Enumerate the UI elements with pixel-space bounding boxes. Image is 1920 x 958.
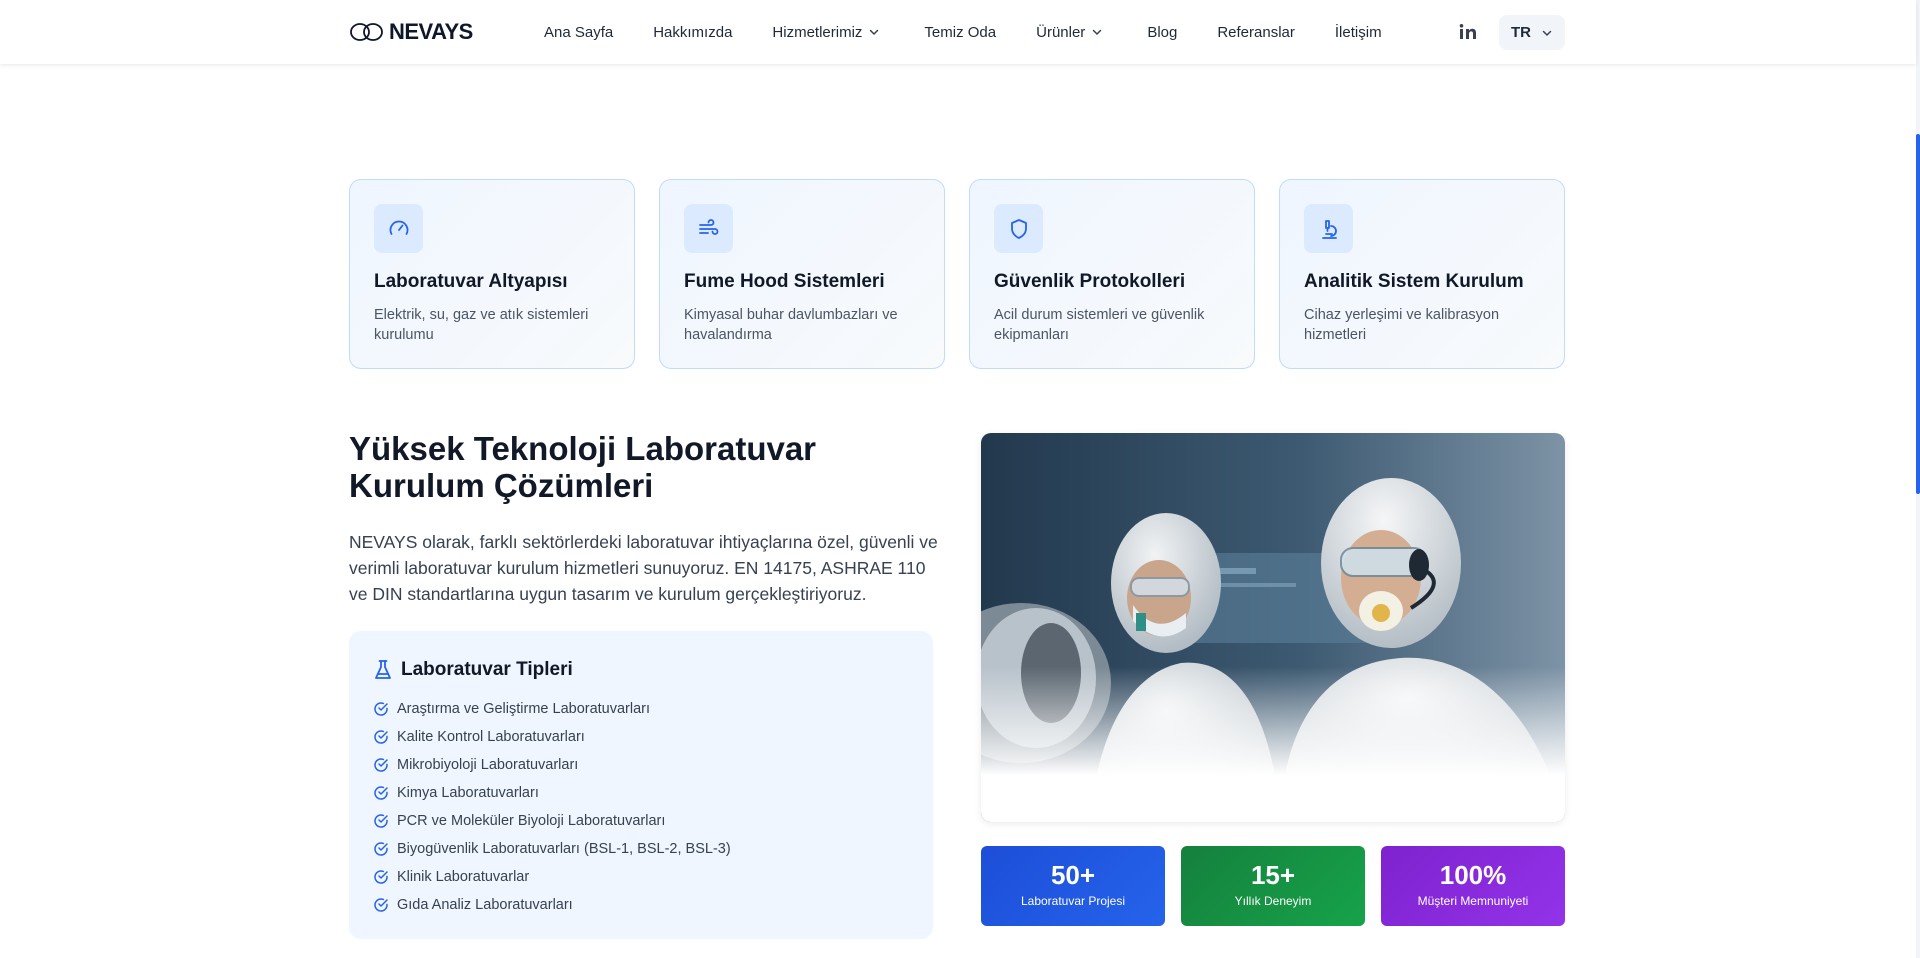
list-item: Mikrobiyoloji Laboratuvarları [373, 751, 909, 779]
nav-cleanroom-label: Temiz Oda [924, 23, 997, 41]
stat-value: 15+ [1250, 860, 1296, 890]
check-circle-icon [374, 758, 388, 772]
list-item-label: Klinik Laboratuvarlar [397, 869, 530, 885]
nav-products-label: Ürünler [1036, 23, 1086, 41]
nav-contact[interactable]: İletişim [1335, 24, 1382, 41]
feature-card: Güvenlik Protokolleri Acil durum sisteml… [969, 179, 1255, 369]
card-description: Elektrik, su, gaz ve atık sistemleri kur… [374, 307, 589, 343]
nav-about-label: Hakkımızda [653, 23, 733, 41]
list-item-label: Araştırma ve Geliştirme Laboratuvarları [397, 701, 651, 717]
check-circle-icon [374, 814, 388, 828]
stat-label: Laboratuvar Projesi [1020, 894, 1126, 908]
nav-blog-label: Blog [1147, 23, 1178, 41]
stat-value: 100% [1439, 860, 1507, 890]
card-description: Acil durum sistemleri ve güvenlik ekipma… [994, 307, 1205, 343]
stat-label: Müşteri Memnuniyeti [1417, 894, 1529, 908]
stat-card-experience: 15+ Yıllık Deneyim [1181, 846, 1365, 926]
list-item-label: Kimya Laboratuvarları [397, 785, 539, 801]
feature-card: Laboratuvar Altyapısı Elektrik, su, gaz … [349, 179, 635, 369]
nav-products[interactable]: Ürünler [1036, 24, 1103, 41]
logo-rings-icon [350, 23, 383, 41]
stat-label: Yıllık Deneyim [1234, 894, 1312, 908]
list-item-label: Mikrobiyoloji Laboratuvarları [397, 757, 579, 773]
logo[interactable]: NEVAYS [349, 19, 473, 44]
section-intro: NEVAYS olarak, farklı sektörlerdeki labo… [349, 532, 938, 604]
nav-home-label: Ana Sayfa [544, 23, 614, 41]
card-title: Laboratuvar Altyapısı [374, 271, 568, 292]
list-item: Kimya Laboratuvarları [373, 779, 909, 807]
shield-icon [1010, 218, 1027, 239]
lab-photo [981, 433, 1565, 822]
list-item-label: Biyogüvenlik Laboratuvarları (BSL-1, BSL… [397, 841, 731, 857]
nav-cleanroom[interactable]: Temiz Oda [924, 24, 996, 41]
nav-about[interactable]: Hakkımızda [653, 24, 732, 41]
nav-services-label: Hizmetlerimiz [772, 23, 863, 41]
stat-card-projects: 50+ Laboratuvar Projesi [981, 846, 1165, 926]
list-item-label: Kalite Kontrol Laboratuvarları [397, 729, 585, 745]
lab-workers-image [981, 433, 1565, 822]
list-item: PCR ve Moleküler Biyoloji Laboratuvarlar… [373, 807, 909, 835]
feature-card: Analitik Sistem Kurulum Cihaz yerleşimi … [1279, 179, 1565, 369]
main-nav: Ana Sayfa Hakkımızda Hizmetlerimiz Temiz… [544, 0, 1382, 64]
card-icon-wrap [994, 204, 1043, 253]
logo-text: NEVAYS [389, 19, 473, 44]
card-title: Analitik Sistem Kurulum [1304, 271, 1524, 292]
wind-icon [698, 218, 718, 235]
list-item: Klinik Laboratuvarlar [373, 863, 909, 891]
language-selector[interactable]: TR [1499, 15, 1565, 50]
card-description: Cihaz yerleşimi ve kalibrasyon hizmetler… [1304, 307, 1500, 343]
lab-types-box: Laboratuvar Tipleri Araştırma ve Gelişti… [349, 631, 933, 939]
card-description: Kimyasal buhar davlumbazları ve havaland… [684, 307, 898, 343]
check-circle-icon [374, 702, 388, 716]
gauge-icon [389, 220, 408, 235]
nav-services[interactable]: Hizmetlerimiz [772, 24, 880, 41]
nav-contact-label: İletişim [1334, 23, 1382, 41]
section-headline: Yüksek Teknoloji Laboratuvar Kurulum Çöz… [349, 430, 817, 504]
flask-icon [375, 660, 391, 679]
chevron-down-icon [1093, 29, 1102, 35]
feature-card: Fume Hood Sistemleri Kimyasal buhar davl… [659, 179, 945, 369]
card-icon-wrap [1304, 204, 1353, 253]
card-title: Güvenlik Protokolleri [994, 271, 1186, 292]
list-item: Gıda Analiz Laboratuvarları [373, 891, 909, 919]
stat-card-satisfaction: 100% Müşteri Memnuniyeti [1381, 846, 1565, 926]
list-item: Biyogüvenlik Laboratuvarları (BSL-1, BSL… [373, 835, 909, 863]
card-icon-wrap [374, 204, 423, 253]
list-item-label: PCR ve Moleküler Biyoloji Laboratuvarlar… [397, 813, 666, 829]
lab-types-header: Laboratuvar Tipleri [373, 655, 909, 685]
site-header: NEVAYS Ana Sayfa Hakkımızda Hizmetlerimi… [0, 0, 1916, 64]
check-circle-icon [374, 842, 388, 856]
list-item: Kalite Kontrol Laboratuvarları [373, 723, 909, 751]
check-circle-icon [374, 870, 388, 884]
nav-references-label: Referanslar [1217, 23, 1295, 41]
list-item: Araştırma ve Geliştirme Laboratuvarları [373, 695, 909, 723]
language-label: TR [1511, 24, 1531, 41]
card-title: Fume Hood Sistemleri [684, 271, 885, 292]
stat-value: 50+ [1050, 860, 1096, 890]
lab-types-title: Laboratuvar Tipleri [401, 659, 573, 680]
nav-references[interactable]: Referanslar [1217, 24, 1295, 41]
check-circle-icon [374, 730, 388, 744]
check-circle-icon [374, 786, 388, 800]
chevron-down-icon [1542, 30, 1552, 36]
microscope-icon [1321, 219, 1337, 239]
scrollbar-thumb[interactable] [1916, 134, 1920, 494]
card-icon-wrap [684, 204, 733, 253]
lab-types-list: Araştırma ve Geliştirme Laboratuvarları … [373, 695, 909, 919]
linkedin-icon[interactable] [1458, 22, 1478, 42]
nav-blog[interactable]: Blog [1147, 24, 1177, 41]
chevron-down-icon [870, 29, 879, 35]
check-circle-icon [374, 898, 388, 912]
nav-home[interactable]: Ana Sayfa [544, 24, 613, 41]
list-item-label: Gıda Analiz Laboratuvarları [397, 897, 573, 913]
